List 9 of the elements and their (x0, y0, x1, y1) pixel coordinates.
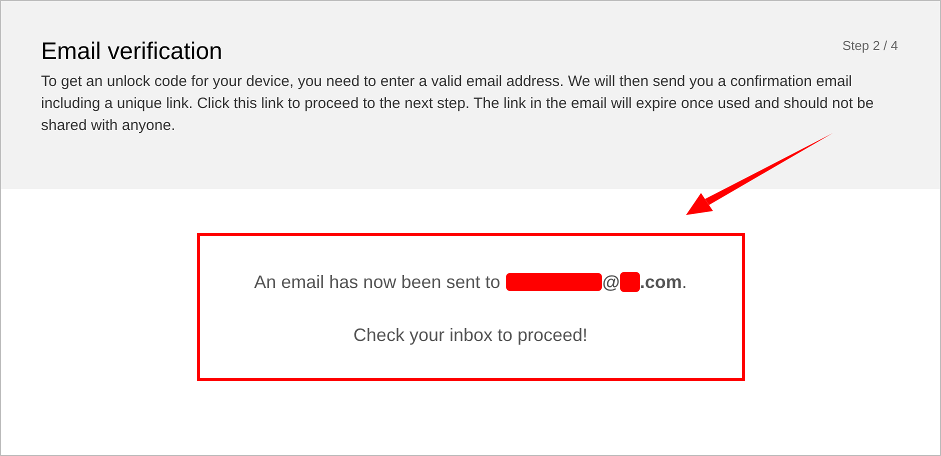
step-indicator: Step 2 / 4 (842, 37, 898, 55)
page-title: Email verification (41, 37, 222, 67)
sentence-period: . (682, 271, 687, 294)
description-text: To get an unlock code for your device, you need to enter a valid email address. We will then send you a confirmation email including a unique link. Click this link to proceed to the next step. The link in the email will expire once used and should not be shared with anyone. (41, 72, 875, 136)
redaction-mark (620, 272, 640, 292)
instruction-text: Check your inbox to proceed! (353, 324, 588, 347)
sent-text: An email has now been sent to (254, 271, 500, 294)
email-text: .com (640, 271, 682, 294)
email-text: @ (602, 271, 620, 294)
